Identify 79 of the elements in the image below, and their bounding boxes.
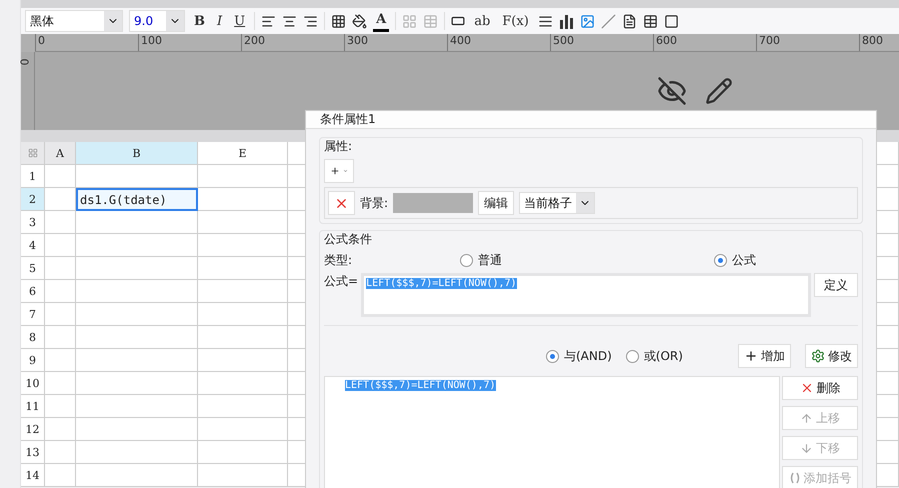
ruler-label: 600 bbox=[653, 34, 756, 51]
radio-button[interactable]: 或(OR) bbox=[626, 348, 683, 364]
row-header[interactable]: 5 bbox=[21, 257, 45, 280]
arrow-up-icon bbox=[800, 412, 813, 424]
row-header[interactable]: 10 bbox=[21, 372, 45, 395]
slash-icon[interactable] bbox=[600, 14, 616, 28]
paint-bucket-icon[interactable] bbox=[352, 14, 368, 28]
row-header[interactable]: 8 bbox=[21, 326, 45, 349]
ruler-label: 0 bbox=[18, 58, 30, 66]
align-center-icon[interactable] bbox=[282, 14, 298, 28]
arrow-down-icon bbox=[800, 442, 813, 454]
ruler-label: 500 bbox=[550, 34, 653, 51]
font-size-select[interactable]: 9.0 bbox=[129, 10, 185, 32]
modify-button[interactable]: 修改 bbox=[805, 344, 858, 368]
format-button[interactable]: B bbox=[191, 10, 208, 32]
remove-button[interactable] bbox=[328, 191, 355, 215]
square-icon[interactable] bbox=[664, 14, 679, 28]
row-header[interactable]: 7 bbox=[21, 303, 45, 326]
column-header[interactable]: E bbox=[198, 142, 288, 165]
report-icon[interactable] bbox=[642, 14, 658, 28]
align-left-icon[interactable] bbox=[261, 14, 276, 28]
format-button[interactable]: I bbox=[214, 10, 226, 32]
image-icon[interactable] bbox=[580, 14, 595, 28]
row-header[interactable]: 13 bbox=[21, 441, 45, 464]
gear-icon bbox=[811, 349, 825, 363]
section-legend: 属性: bbox=[324, 138, 858, 155]
radio-button[interactable]: 普通 bbox=[460, 252, 714, 269]
row-header[interactable]: 1 bbox=[21, 165, 45, 188]
insert-button[interactable]: ab bbox=[471, 10, 494, 32]
row-header[interactable]: 2 bbox=[21, 188, 45, 211]
active-cell[interactable]: ds1.G(tdate) bbox=[76, 188, 198, 211]
select-all-button[interactable] bbox=[21, 142, 45, 165]
add-menu-button[interactable] bbox=[324, 159, 354, 183]
section-legend: 公式条件 bbox=[324, 231, 858, 248]
row-header[interactable]: 3 bbox=[21, 211, 45, 234]
grid-icon bbox=[28, 148, 38, 158]
row-header[interactable]: 11 bbox=[21, 395, 45, 418]
formula-label: 公式= bbox=[324, 273, 358, 290]
dialog-title: 条件属性1 bbox=[306, 111, 876, 129]
ruler-label: 800 bbox=[859, 34, 899, 51]
side-button[interactable]: 删除 bbox=[782, 376, 858, 400]
row-header[interactable]: 9 bbox=[21, 349, 45, 372]
eye-slash-icon[interactable] bbox=[657, 76, 687, 106]
row-header[interactable]: 4 bbox=[21, 234, 45, 257]
border-icon[interactable] bbox=[331, 14, 346, 28]
radio-button[interactable]: 与(AND) bbox=[546, 348, 612, 364]
brackets-icon bbox=[788, 472, 800, 484]
row-header[interactable]: 6 bbox=[21, 280, 45, 303]
column-header[interactable]: A bbox=[45, 142, 76, 165]
edit-button[interactable]: 编辑 bbox=[478, 191, 514, 215]
ruler-label: 700 bbox=[756, 34, 859, 51]
caret-icon bbox=[343, 167, 348, 175]
define-button[interactable]: 定义 bbox=[814, 273, 858, 297]
add-button[interactable]: 增加 bbox=[738, 344, 791, 368]
text-lines-icon[interactable] bbox=[538, 14, 553, 28]
format-button[interactable]: U bbox=[231, 10, 248, 32]
font-select[interactable]: 黑体 bbox=[25, 10, 123, 32]
text-field-icon[interactable] bbox=[451, 14, 466, 28]
ruler-label: 0 bbox=[35, 34, 138, 51]
ruler-label: 200 bbox=[241, 34, 344, 51]
column-header[interactable]: B bbox=[76, 142, 198, 165]
table-icon[interactable] bbox=[423, 14, 438, 28]
ruler-label: 100 bbox=[138, 34, 241, 51]
row-header[interactable]: 12 bbox=[21, 418, 45, 441]
plus-icon bbox=[744, 349, 758, 363]
scope-select[interactable]: 当前格子 bbox=[519, 192, 596, 214]
color-swatch[interactable] bbox=[393, 193, 474, 213]
ruler-label: 300 bbox=[344, 34, 447, 51]
background-label: 背景: bbox=[360, 194, 388, 212]
align-right-icon[interactable] bbox=[303, 14, 318, 28]
document-icon[interactable] bbox=[622, 14, 637, 28]
radio-button[interactable]: 公式 bbox=[714, 252, 858, 269]
insert-button[interactable]: F(x) bbox=[499, 10, 532, 32]
bar-chart-icon[interactable] bbox=[558, 14, 574, 28]
type-label: 类型: bbox=[324, 252, 354, 269]
merge-cells-icon[interactable] bbox=[402, 14, 418, 28]
row-header[interactable]: 14 bbox=[21, 464, 45, 487]
ruler-label: 400 bbox=[447, 34, 550, 51]
pencil-icon[interactable] bbox=[705, 77, 733, 105]
